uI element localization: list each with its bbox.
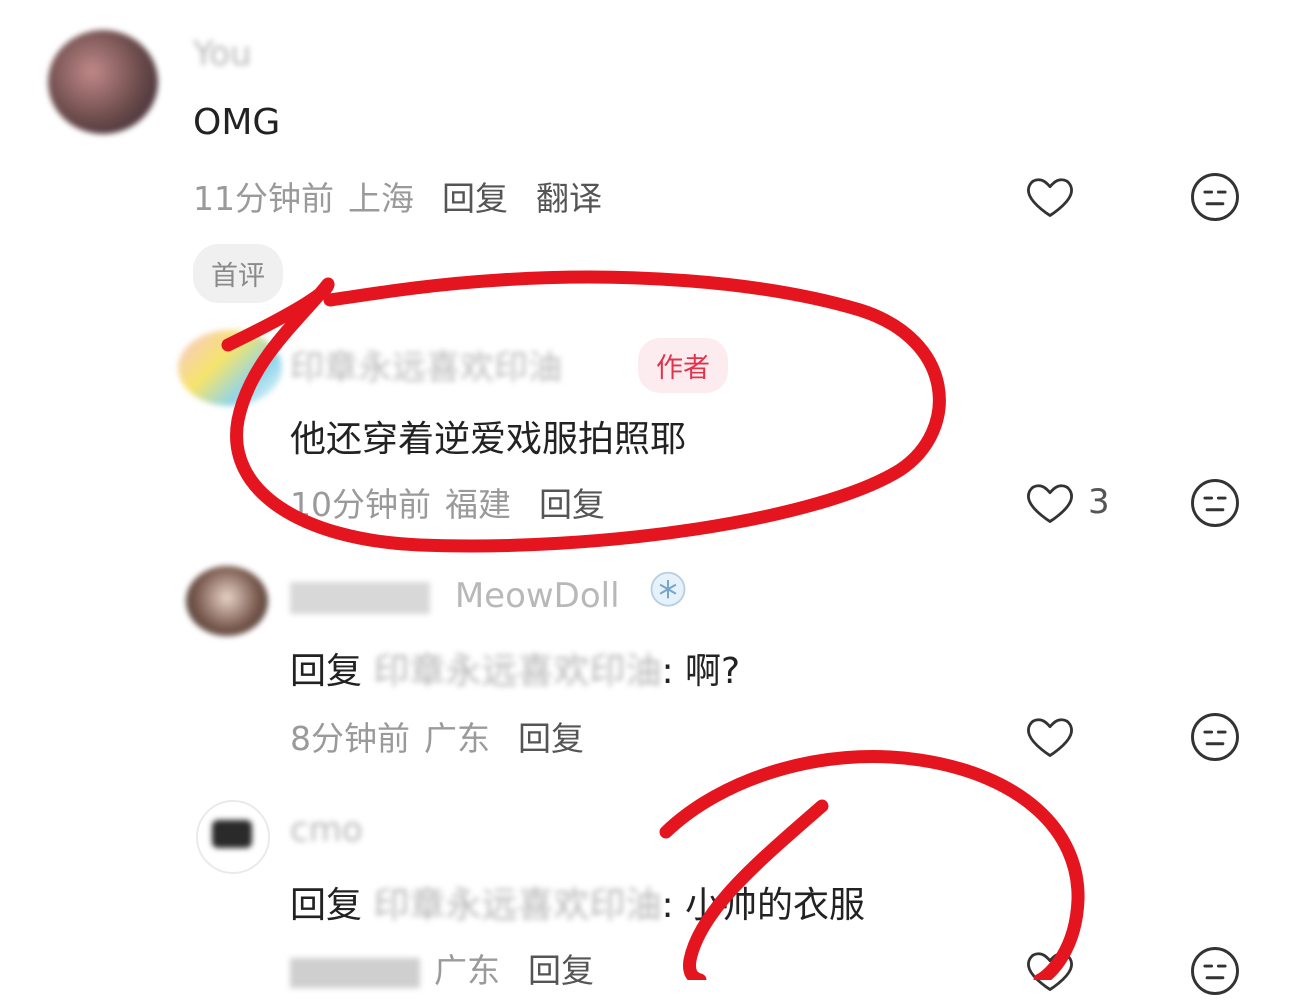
comment-region: 广东 bbox=[434, 951, 500, 990]
comment-meta: 11分钟前 上海 回复 翻译 bbox=[193, 172, 602, 220]
comment-text: 他还穿着逆爱戏服拍照耶 bbox=[290, 419, 687, 460]
username[interactable]: You bbox=[193, 34, 252, 74]
comment-time: 10分钟前 bbox=[290, 485, 431, 524]
heart-icon[interactable] bbox=[1024, 944, 1076, 1000]
comment-region: 福建 bbox=[445, 485, 511, 524]
heart-icon[interactable] bbox=[1024, 710, 1076, 766]
avatar[interactable] bbox=[178, 330, 282, 406]
reply-button[interactable]: 回复 bbox=[518, 719, 584, 758]
reply-text: 回复 印章永远喜欢印油: 小帅的衣服 bbox=[290, 876, 865, 928]
comment-region: 广东 bbox=[424, 719, 490, 758]
reply-body: : 啊? bbox=[661, 651, 741, 692]
first-comment-tag: 首评 bbox=[193, 244, 283, 303]
reply-prefix: 回复 bbox=[290, 885, 363, 926]
snowflake-badge-icon bbox=[646, 568, 690, 618]
reply-text: 回复 印章永远喜欢印油: 啊? bbox=[290, 642, 740, 694]
translate-button[interactable]: 翻译 bbox=[536, 179, 602, 218]
heart-icon[interactable] bbox=[1024, 476, 1076, 532]
meh-face-icon[interactable] bbox=[1188, 944, 1242, 1002]
comment-meta: 广东 回复 bbox=[290, 944, 594, 992]
comment-region: 上海 bbox=[348, 179, 414, 218]
reply-body: : 小帅的衣服 bbox=[661, 885, 866, 926]
username[interactable]: MeowDoll bbox=[290, 576, 620, 616]
username-text: MeowDoll bbox=[454, 576, 620, 616]
reply-target-username[interactable]: 印章永远喜欢印油 bbox=[373, 651, 661, 692]
heart-icon[interactable] bbox=[1024, 170, 1076, 226]
avatar[interactable] bbox=[48, 30, 158, 134]
reply-prefix: 回复 bbox=[290, 651, 363, 692]
comment-time: 8分钟前 bbox=[290, 719, 410, 758]
reply-button[interactable]: 回复 bbox=[442, 179, 508, 218]
comment-text: OMG bbox=[193, 102, 281, 143]
meh-face-icon[interactable] bbox=[1188, 170, 1242, 228]
comment-time: 11分钟前 bbox=[193, 179, 334, 218]
annotation-circle-2 bbox=[659, 750, 1085, 980]
reply-target-username[interactable]: 印章永远喜欢印油 bbox=[373, 885, 661, 926]
reply-button[interactable]: 回复 bbox=[528, 951, 594, 990]
comment-time bbox=[290, 957, 420, 988]
meh-face-icon[interactable] bbox=[1188, 476, 1242, 534]
author-badge: 作者 bbox=[638, 338, 728, 393]
username[interactable]: cmo bbox=[290, 810, 363, 850]
reply-button[interactable]: 回复 bbox=[539, 485, 605, 524]
username[interactable]: 印章永远喜欢印油 bbox=[290, 340, 562, 389]
like-count: 3 bbox=[1088, 482, 1110, 522]
meh-face-icon[interactable] bbox=[1188, 710, 1242, 768]
comment-meta: 8分钟前 广东 回复 bbox=[290, 712, 584, 760]
avatar[interactable] bbox=[186, 566, 268, 636]
comment-meta: 10分钟前 福建 回复 bbox=[290, 478, 605, 526]
avatar[interactable] bbox=[196, 800, 270, 874]
